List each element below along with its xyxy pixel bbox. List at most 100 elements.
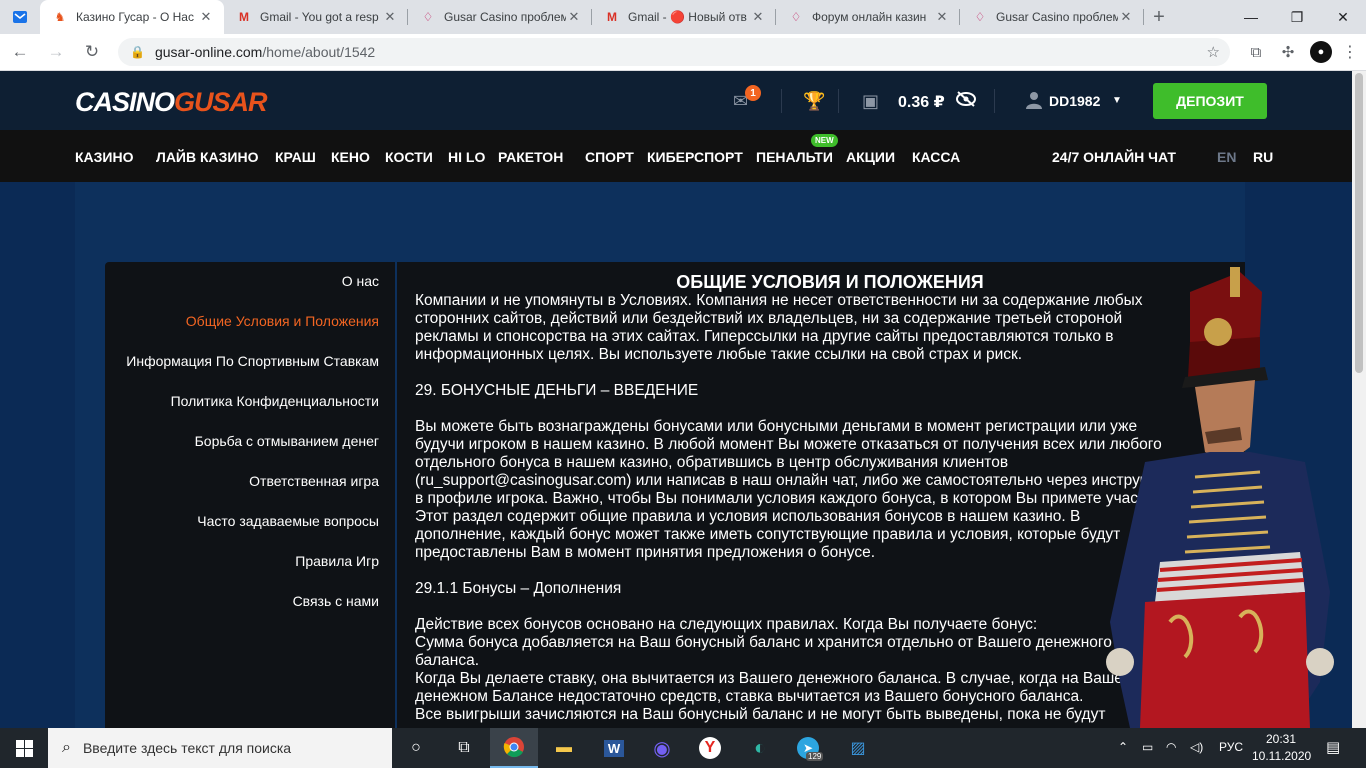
close-tab-icon[interactable]: ✕	[750, 9, 766, 25]
task-view-icon[interactable]: ⧉	[440, 728, 488, 768]
nav-penalty[interactable]: ПЕНАЛЬТИ	[756, 149, 833, 165]
terms-line: дополнение, каждый бонус может также име…	[415, 526, 1121, 543]
browser-tab[interactable]: ♞ Казино Гусар - О Нас ✕	[40, 0, 224, 34]
browser-tab[interactable]: M Gmail - You got a resp ✕	[224, 0, 408, 34]
lang-ru[interactable]: RU	[1253, 149, 1273, 165]
battery-icon[interactable]: ▭	[1142, 740, 1153, 754]
edge-icon[interactable]: ◐	[736, 728, 784, 768]
close-tab-icon[interactable]: ✕	[934, 9, 950, 25]
nav-cashier[interactable]: КАССА	[912, 149, 960, 165]
terms-line: (ru_support@casinogusar.com) или написав…	[415, 472, 1175, 489]
sidebar-item[interactable]: Информация По Спортивным Ставкам	[126, 353, 379, 369]
terms-line: информационных целях. Вы используете люб…	[415, 346, 1023, 363]
notifications-icon[interactable]: ▤	[1326, 738, 1340, 756]
bookmark-star-icon[interactable]: ☆	[1207, 43, 1220, 61]
mail-app-icon[interactable]	[0, 0, 40, 34]
nav-crash[interactable]: КРАШ	[275, 149, 316, 165]
profile-avatar[interactable]: ●	[1310, 41, 1332, 63]
sidebar-item[interactable]: Часто задаваемые вопросы	[197, 513, 379, 529]
nav-raketon[interactable]: РАКЕТОН	[498, 149, 563, 165]
yandex-browser-icon[interactable]: Y	[686, 728, 734, 768]
sidebar-item[interactable]: Борьба с отмыванием денег	[195, 433, 379, 449]
browser-menu-icon[interactable]: ⋮	[1338, 42, 1362, 62]
lock-icon[interactable]: 🔒	[130, 45, 145, 59]
chevron-down-icon[interactable]: ▼	[1112, 95, 1122, 106]
reload-icon[interactable]: ↻	[76, 36, 108, 68]
windows-start-icon[interactable]	[0, 728, 48, 768]
terms-line: Компании и не упомянуты в Условиях. Комп…	[415, 292, 1143, 309]
terms-line: 29. БОНУСНЫЕ ДЕНЬГИ – ВВЕДЕНИЕ	[415, 382, 699, 399]
browser-tab[interactable]: ♢ Gusar Casino проблем ✕	[960, 0, 1144, 34]
nav-promotions[interactable]: АКЦИИ	[846, 149, 895, 165]
browser-tab[interactable]: ♢ Gusar Casino проблем ✕	[408, 0, 592, 34]
viber-icon[interactable]: ◉	[638, 728, 686, 768]
user-icon[interactable]	[1025, 91, 1043, 114]
close-tab-icon[interactable]: ✕	[198, 9, 214, 25]
cortana-icon[interactable]: ○	[392, 728, 440, 768]
new-tab-button[interactable]: +	[1144, 0, 1174, 34]
sidebar-item[interactable]: Связь с нами	[293, 593, 379, 609]
minimize-icon[interactable]: —	[1228, 0, 1274, 34]
divider	[838, 89, 839, 113]
browser-tab[interactable]: M Gmail - 🔴 Новый отв ✕	[592, 0, 776, 34]
terms-line: Когда Вы делаете ставку, она вычитается …	[415, 670, 1134, 687]
deposit-button[interactable]: ДЕПОЗИТ	[1153, 83, 1267, 119]
terms-line: баланса.	[415, 652, 480, 669]
browser-tab[interactable]: ♢ Форум онлайн казин ✕	[776, 0, 960, 34]
lang-en[interactable]: EN	[1217, 149, 1236, 165]
word-icon[interactable]: W	[590, 728, 638, 768]
clock-date: 10.11.2020	[1252, 749, 1312, 763]
nav-esport[interactable]: КИБЕРСПОРТ	[647, 149, 743, 165]
sidebar-item[interactable]: Правила Игр	[295, 553, 379, 569]
sidebar-item[interactable]: Ответственная игра	[249, 473, 379, 489]
telegram-icon[interactable]: ➤	[784, 728, 832, 768]
wallet-icon[interactable]: ▣	[862, 91, 879, 112]
telegram-badge: 129	[806, 752, 824, 761]
gmail-icon: M	[239, 10, 249, 24]
address-bar[interactable]: 🔒 gusar-online.com/home/about/1542 ☆	[118, 38, 1230, 66]
sidebar-item[interactable]: О нас	[342, 273, 379, 289]
volume-icon[interactable]: ◁)	[1190, 740, 1203, 754]
logo-text-gusar: GUSAR	[174, 87, 268, 117]
site-logo[interactable]: CASINOGUSAR	[75, 87, 268, 118]
trophy-icon[interactable]: 🏆	[803, 91, 825, 112]
forward-icon[interactable]: →	[40, 36, 72, 68]
nav-casino[interactable]: КАЗИНО	[75, 149, 134, 165]
close-tab-icon[interactable]: ✕	[1118, 9, 1134, 25]
site-header: CASINOGUSAR ✉ 1 🏆 ▣ 0.36 ₽ DD1982 ▼ ДЕПО…	[0, 71, 1352, 130]
nav-dice[interactable]: КОСТИ	[385, 149, 433, 165]
sidebar-item[interactable]: Политика Конфиденциальности	[171, 393, 379, 409]
extension-icon[interactable]: ⧉	[1240, 36, 1272, 68]
terms-line: предоставлены Вам в момент принятия пред…	[415, 544, 876, 561]
wifi-icon[interactable]: ◠	[1166, 740, 1176, 754]
nav-live-casino[interactable]: ЛАЙВ КАЗИНО	[156, 149, 258, 165]
close-tab-icon[interactable]: ✕	[382, 9, 398, 25]
balance-amount: 0.36 ₽	[898, 94, 945, 111]
hide-balance-eye-icon[interactable]	[955, 91, 977, 112]
username[interactable]: DD1982	[1049, 93, 1100, 109]
chrome-taskbar-icon[interactable]	[490, 728, 538, 768]
online-chat-link[interactable]: 24/7 ОНЛАЙН ЧАТ	[1052, 149, 1176, 165]
puzzle-extensions-icon[interactable]: ✣	[1272, 36, 1304, 68]
tab-title: Gmail - You got a resp	[260, 10, 379, 24]
page-scrollbar[interactable]	[1352, 71, 1366, 728]
file-explorer-icon[interactable]: ▬	[540, 728, 588, 768]
close-tab-icon[interactable]: ✕	[566, 9, 582, 25]
close-window-icon[interactable]: ✕	[1320, 0, 1366, 34]
terms-line: Вы можете быть вознаграждены бонусами ил…	[415, 418, 1138, 435]
nav-hilo[interactable]: HI LO	[448, 149, 485, 165]
maximize-icon[interactable]: ❐	[1274, 0, 1320, 34]
taskbar-search-input[interactable]: ⌕ Введите здесь текст для поиска	[48, 728, 392, 768]
back-icon[interactable]: ←	[4, 36, 36, 68]
sidebar-item[interactable]: Общие Условия и Положения	[186, 313, 379, 329]
system-clock[interactable]: 20:31 10.11.2020	[1252, 731, 1312, 765]
scrollbar-thumb[interactable]	[1355, 73, 1363, 373]
keyboard-language[interactable]: РУС	[1219, 740, 1243, 754]
nav-sport[interactable]: СПОРТ	[585, 149, 634, 165]
tray-chevron-icon[interactable]: ⌃	[1118, 740, 1128, 754]
photos-icon[interactable]: ▨	[834, 728, 882, 768]
nav-keno[interactable]: КЕНО	[331, 149, 370, 165]
